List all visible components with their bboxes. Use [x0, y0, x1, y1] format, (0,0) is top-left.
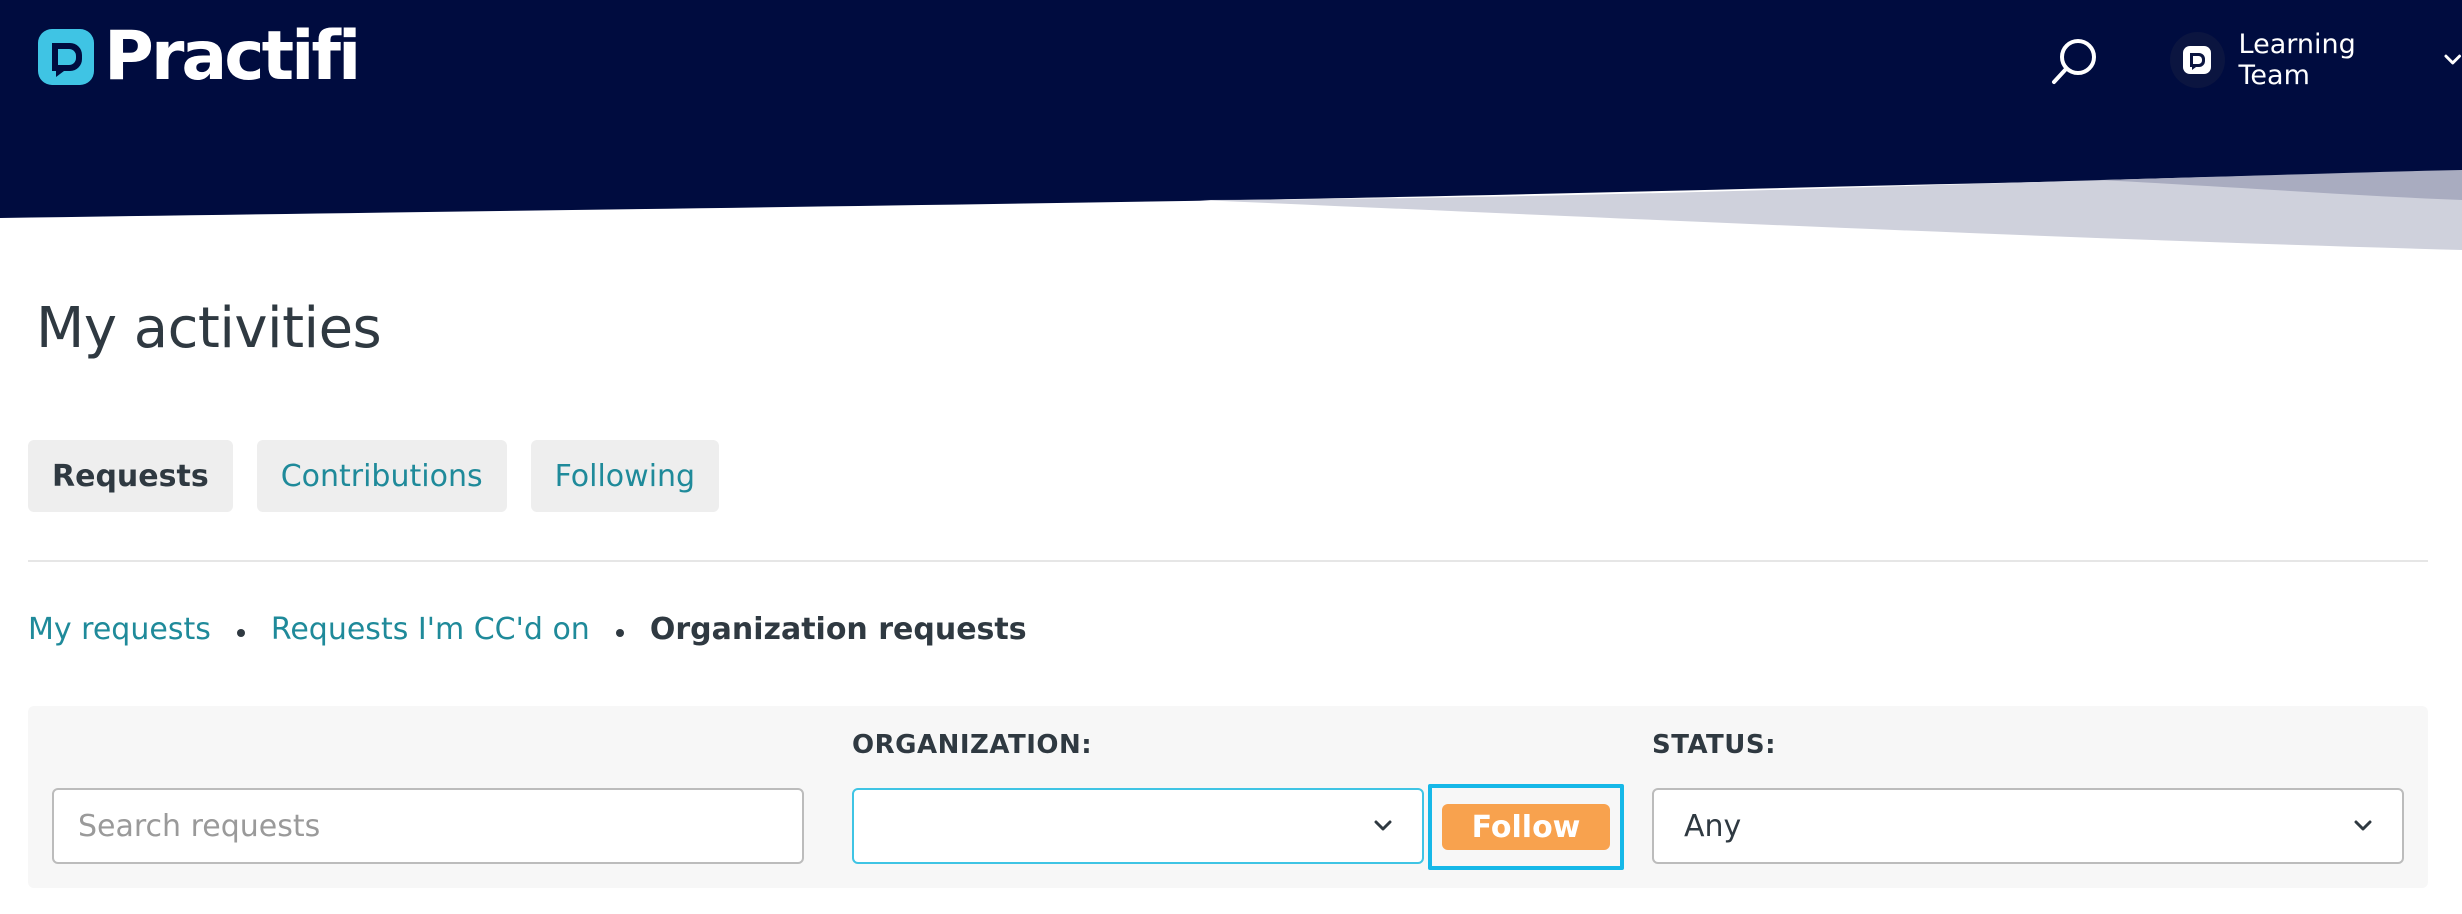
tab-contributions[interactable]: Contributions: [256, 440, 507, 512]
site-header: Practifi Learning Team: [0, 0, 2462, 260]
chevron-down-icon: [2354, 820, 2372, 831]
subnav-my-requests[interactable]: My requests: [28, 612, 211, 647]
practifi-logo[interactable]: Practifi: [36, 17, 361, 96]
subnav-organization-requests: Organization requests: [649, 612, 1027, 647]
follow-highlight: Follow: [1428, 784, 1624, 870]
activity-tabs: Requests Contributions Following: [28, 440, 743, 512]
user-menu[interactable]: Learning Team: [2170, 29, 2462, 91]
organization-logo-icon: [2183, 46, 2212, 74]
chevron-down-icon: [1374, 820, 1392, 831]
status-select-value: Any: [1684, 808, 1742, 844]
subnav-cc-requests[interactable]: Requests I'm CC'd on: [271, 612, 590, 647]
tab-following[interactable]: Following: [530, 440, 720, 512]
logo-text: Practifi: [104, 17, 361, 96]
organization-label: ORGANIZATION:: [852, 730, 1093, 760]
requests-subnav: My requests Requests I'm CC'd on Organiz…: [28, 612, 1027, 647]
status-label: STATUS:: [1652, 730, 1777, 760]
subnav-separator: [615, 628, 624, 637]
tab-requests[interactable]: Requests: [28, 440, 233, 512]
status-select[interactable]: Any: [1652, 788, 2404, 864]
practifi-logo-icon: [38, 29, 94, 85]
divider: [28, 560, 2428, 562]
avatar: [2170, 32, 2225, 88]
organization-select[interactable]: [852, 788, 1424, 864]
user-name: Learning Team: [2238, 29, 2356, 91]
page-title: My activities: [36, 296, 382, 361]
subnav-separator: [236, 628, 245, 637]
chevron-down-icon: [2443, 54, 2461, 65]
search-icon: [2052, 39, 2096, 84]
header-search-button[interactable]: [2046, 34, 2102, 90]
follow-button[interactable]: Follow: [1442, 804, 1610, 850]
search-requests-input[interactable]: [52, 788, 804, 864]
filters-panel: ORGANIZATION: Follow STATUS: Any: [28, 706, 2428, 888]
